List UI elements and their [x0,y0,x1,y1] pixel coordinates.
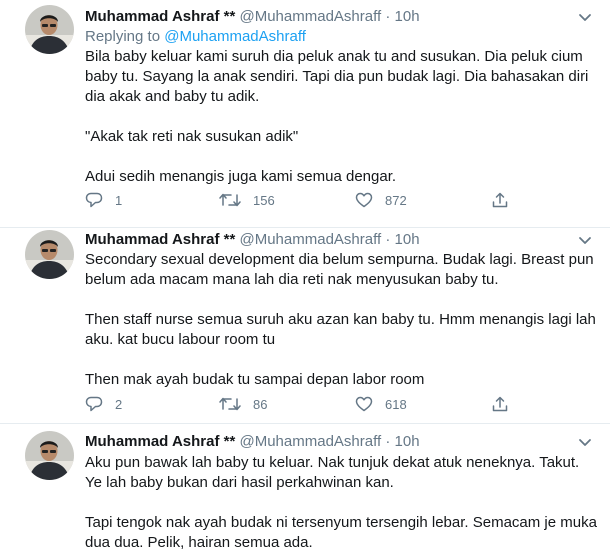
tweet-header: Muhammad Ashraf ** @MuhammadAshraff · 10… [85,8,420,26]
retweet-icon [219,397,241,411]
tweet-line: baby tu. Sayang la anak sendiri. Tapi di… [85,68,589,85]
separator: · [385,231,391,248]
tweet-line: Ye lah baby bukan dari hasil perkahwinan… [85,474,394,491]
author-name[interactable]: Muhammad Ashraf ** [85,231,235,248]
tweet[interactable]: Muhammad Ashraf ** @MuhammadAshraff · 10… [0,0,610,228]
tweet-line: Then mak ayah budak tu sampai depan labo… [85,371,425,388]
tweet-text: Bila baby keluar kami suruh dia peluk an… [85,47,605,187]
tweet-line: dua dua. Pelik, hairan semua ada. [85,534,313,551]
tweet-line: Bila baby keluar kami suruh dia peluk an… [85,48,583,65]
share-button[interactable] [491,394,509,414]
tweet-line: Adui sedih menangis juga kami semua deng… [85,168,397,185]
tweet-line: "Akak tak reti nak susukan adik" [85,128,299,145]
like-button[interactable]: 618 [355,394,407,414]
tweet-line: Aku pun bawak lah baby tu keluar. Nak tu… [85,454,580,471]
tweet-line: aku. kat bucu labour room tu [85,331,276,348]
tweet-header: Muhammad Ashraf ** @MuhammadAshraff · 10… [85,433,420,451]
author-name[interactable]: Muhammad Ashraf ** [85,8,235,25]
tweet-line: Then staff nurse semua suruh aku azan ka… [85,311,596,328]
tweet-line: Secondary sexual development dia belum s… [85,251,594,268]
tweet-text: Secondary sexual development dia belum s… [85,250,605,390]
tweet-header: Muhammad Ashraf ** @MuhammadAshraff · 10… [85,231,420,249]
replying-to: Replying to @MuhammadAshraff [85,28,306,46]
retweet-count: 86 [253,396,268,412]
reply-icon [85,192,103,208]
tweet-line: dia akak and baby tu adik. [85,88,260,105]
reply-button[interactable]: 1 [85,190,122,210]
reply-count: 2 [115,396,123,412]
retweet-icon [219,193,241,207]
tweet-actions: 1 156 872 [85,190,515,210]
tweet-text: Aku pun bawak lah baby tu keluar. Nak tu… [85,453,605,552]
like-count: 872 [385,192,407,208]
tweet-line [85,107,605,127]
chevron-down-icon[interactable] [578,236,592,246]
share-icon [492,396,508,412]
tweet[interactable]: Muhammad Ashraf ** @MuhammadAshraff · 10… [0,228,610,424]
tweet-line [85,350,605,370]
tweet-actions: 2 86 618 [85,394,515,414]
replying-prefix: Replying to [85,28,165,45]
like-button[interactable]: 872 [355,190,407,210]
like-count: 618 [385,396,407,412]
chevron-down-icon[interactable] [578,13,592,23]
avatar[interactable] [25,5,74,54]
reply-count: 1 [115,192,123,208]
tweet-line [85,290,605,310]
timestamp[interactable]: 10h [395,231,420,248]
chevron-down-icon[interactable] [578,438,592,448]
author-handle[interactable]: @MuhammadAshraff [239,231,381,248]
author-handle[interactable]: @MuhammadAshraff [239,8,381,25]
avatar[interactable] [25,431,74,480]
avatar[interactable] [25,230,74,279]
timestamp[interactable]: 10h [395,433,420,450]
reply-button[interactable]: 2 [85,394,122,414]
tweet-line: belum ada macam mana lah dia reti nak me… [85,271,499,288]
replying-to-link[interactable]: @MuhammadAshraff [164,28,306,45]
like-icon [355,192,373,208]
reply-icon [85,396,103,412]
timestamp[interactable]: 10h [395,8,420,25]
separator: · [385,8,391,25]
share-icon [492,192,508,208]
like-icon [355,396,373,412]
tweet-line [85,493,605,513]
tweet[interactable]: Muhammad Ashraf ** @MuhammadAshraff · 10… [0,424,610,552]
retweet-count: 156 [253,192,275,208]
author-handle[interactable]: @MuhammadAshraff [239,433,381,450]
separator: · [385,433,391,450]
retweet-button[interactable]: 86 [219,394,267,414]
tweet-line [85,147,605,167]
author-name[interactable]: Muhammad Ashraf ** [85,433,235,450]
share-button[interactable] [491,190,509,210]
tweet-line: Tapi tengok nak ayah budak ni tersenyum … [85,514,597,531]
retweet-button[interactable]: 156 [219,190,275,210]
